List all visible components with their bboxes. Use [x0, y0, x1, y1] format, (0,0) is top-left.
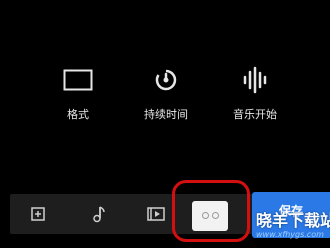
music-note-icon[interactable] [88, 204, 108, 224]
format-label: 格式 [67, 108, 89, 121]
thumbnail-dot-left [202, 212, 209, 219]
music-start-option[interactable]: 音乐开始 [215, 64, 295, 124]
watermark: 晓羊下载站 www.xfhygs.com [256, 212, 330, 240]
video-clip-icon[interactable] [146, 204, 166, 224]
duration-option[interactable]: 持续时间 [126, 64, 206, 124]
thumbnail-dot-right [212, 212, 219, 219]
music-start-label: 音乐开始 [233, 108, 277, 121]
timer-icon [150, 64, 182, 96]
watermark-url: www.xfhygs.com [256, 230, 324, 239]
format-option[interactable]: 格式 [38, 64, 118, 124]
selected-thumbnail[interactable] [192, 201, 228, 231]
rectangle-format-icon [62, 64, 94, 96]
audio-waveform-icon [239, 64, 271, 96]
duration-label: 持续时间 [144, 108, 188, 121]
watermark-title: 晓羊下载站 [256, 211, 330, 230]
add-frame-icon[interactable] [28, 204, 48, 224]
